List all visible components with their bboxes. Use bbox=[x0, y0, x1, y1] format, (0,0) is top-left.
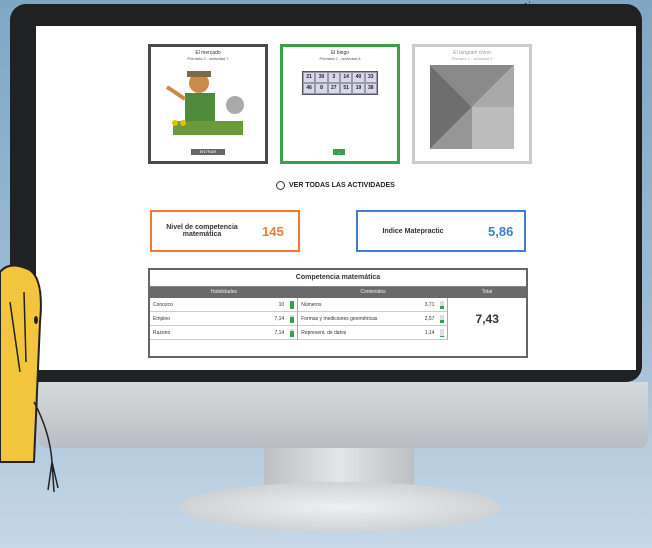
list-icon bbox=[276, 181, 285, 190]
bingo-cell: 27 bbox=[327, 83, 340, 94]
row-value: 3,71 bbox=[424, 301, 435, 308]
see-all-activities-link[interactable]: VER TODAS LAS ACTIVIDADES bbox=[276, 181, 395, 190]
market-vendor-illustration bbox=[163, 65, 253, 141]
progress-bar bbox=[290, 328, 295, 337]
see-all-label: VER TODAS LAS ACTIVIDADES bbox=[289, 182, 395, 189]
contenidos-column: Números 3,71 Formas y mediciones geométric… bbox=[298, 298, 449, 340]
header-contenidos: Contenidos bbox=[360, 289, 386, 295]
activity-card-tangram[interactable]: El tangram chino Primaria 2 - actividad … bbox=[412, 44, 532, 164]
enter-button[interactable]: → bbox=[333, 149, 345, 155]
row-value: 2,57 bbox=[424, 315, 435, 322]
competencia-value: 145 bbox=[262, 223, 284, 239]
table-title: Competencia matemática bbox=[150, 270, 526, 287]
bingo-cell: 21 bbox=[303, 72, 316, 83]
bingo-cell: 8 bbox=[315, 83, 328, 94]
card-subtitle: Primaria 2 - actividad 9 bbox=[451, 56, 493, 61]
tangram-illustration bbox=[430, 65, 514, 149]
progress-bar bbox=[440, 300, 445, 309]
bingo-cell: 40 bbox=[352, 72, 365, 83]
indice-value: 5,86 bbox=[488, 223, 514, 239]
bingo-cell: 38 bbox=[364, 83, 377, 94]
row-name: Empleo bbox=[153, 315, 170, 322]
table-row: Números 3,71 bbox=[298, 298, 448, 312]
monitor-stand-base bbox=[180, 482, 500, 532]
activity-card-bingo[interactable]: El bingo Primaria 2 - actividad 8 21 30 3 1… bbox=[280, 44, 400, 164]
progress-bar bbox=[290, 314, 295, 323]
bingo-cell: 19 bbox=[352, 83, 365, 94]
indice-box: Indice Matepractic 5,86 bbox=[356, 210, 526, 252]
table-row: Conozco 10 bbox=[150, 298, 298, 312]
competencia-label: Nivel de competencia matemática bbox=[166, 224, 238, 238]
row-name: Conozco bbox=[153, 301, 173, 308]
card-subtitle: Primaria 2 - actividad 8 bbox=[319, 56, 361, 61]
table-row: Formas y mediciones geométricas 2,57 bbox=[298, 312, 448, 326]
row-value: 7,14 bbox=[274, 315, 285, 322]
indice-label: Indice Matepractic bbox=[382, 227, 444, 235]
table-row: Represent. de datos 1,14 bbox=[298, 326, 448, 340]
bingo-cell: 46 bbox=[303, 83, 316, 94]
total-value: 7,43 bbox=[475, 312, 499, 326]
row-value: 1,14 bbox=[424, 329, 435, 336]
bingo-cell: 30 bbox=[315, 72, 328, 83]
row-name: Formas y mediciones geométricas bbox=[301, 315, 378, 322]
table-row: Razono 7,14 bbox=[150, 326, 298, 340]
competencia-box: Nivel de competencia matemática 145 bbox=[150, 210, 300, 252]
bingo-cell: 33 bbox=[364, 72, 377, 83]
table-header: Habilidades Contenidos Total bbox=[150, 287, 526, 298]
monitor-chin bbox=[38, 382, 648, 448]
row-value: 7,14 bbox=[274, 329, 285, 336]
progress-bar bbox=[440, 314, 445, 323]
row-value: 10 bbox=[278, 301, 285, 308]
app-screen: El mercado Primaria 2 - actividad 7 ENTR… bbox=[36, 26, 636, 370]
bingo-card: 21 30 3 14 40 33 46 8 27 51 19 38 bbox=[302, 71, 378, 95]
bingo-cell: 14 bbox=[339, 72, 353, 83]
mascot-illustration bbox=[0, 264, 59, 493]
progress-bar bbox=[290, 300, 295, 309]
table-row: Empleo 7,14 bbox=[150, 312, 298, 326]
card-subtitle: Primaria 2 - actividad 7 bbox=[187, 56, 229, 61]
header-habilidades: Habilidades bbox=[210, 289, 238, 295]
enter-button[interactable]: ENTRAR bbox=[191, 149, 225, 155]
competencia-table: Competencia matemática Habilidades Conte… bbox=[148, 268, 528, 358]
header-total: Total bbox=[481, 289, 493, 295]
bingo-cell: 51 bbox=[339, 83, 353, 94]
row-name: Razono bbox=[153, 329, 171, 336]
row-name: Números bbox=[301, 301, 322, 308]
progress-bar bbox=[440, 328, 445, 337]
row-name: Represent. de datos bbox=[301, 329, 347, 336]
habilidades-column: Conozco 10 Empleo 7,14 Razono 7,14 bbox=[150, 298, 299, 340]
activity-card-mercado[interactable]: El mercado Primaria 2 - actividad 7 ENTR… bbox=[148, 44, 268, 164]
bingo-cell: 3 bbox=[327, 72, 340, 83]
